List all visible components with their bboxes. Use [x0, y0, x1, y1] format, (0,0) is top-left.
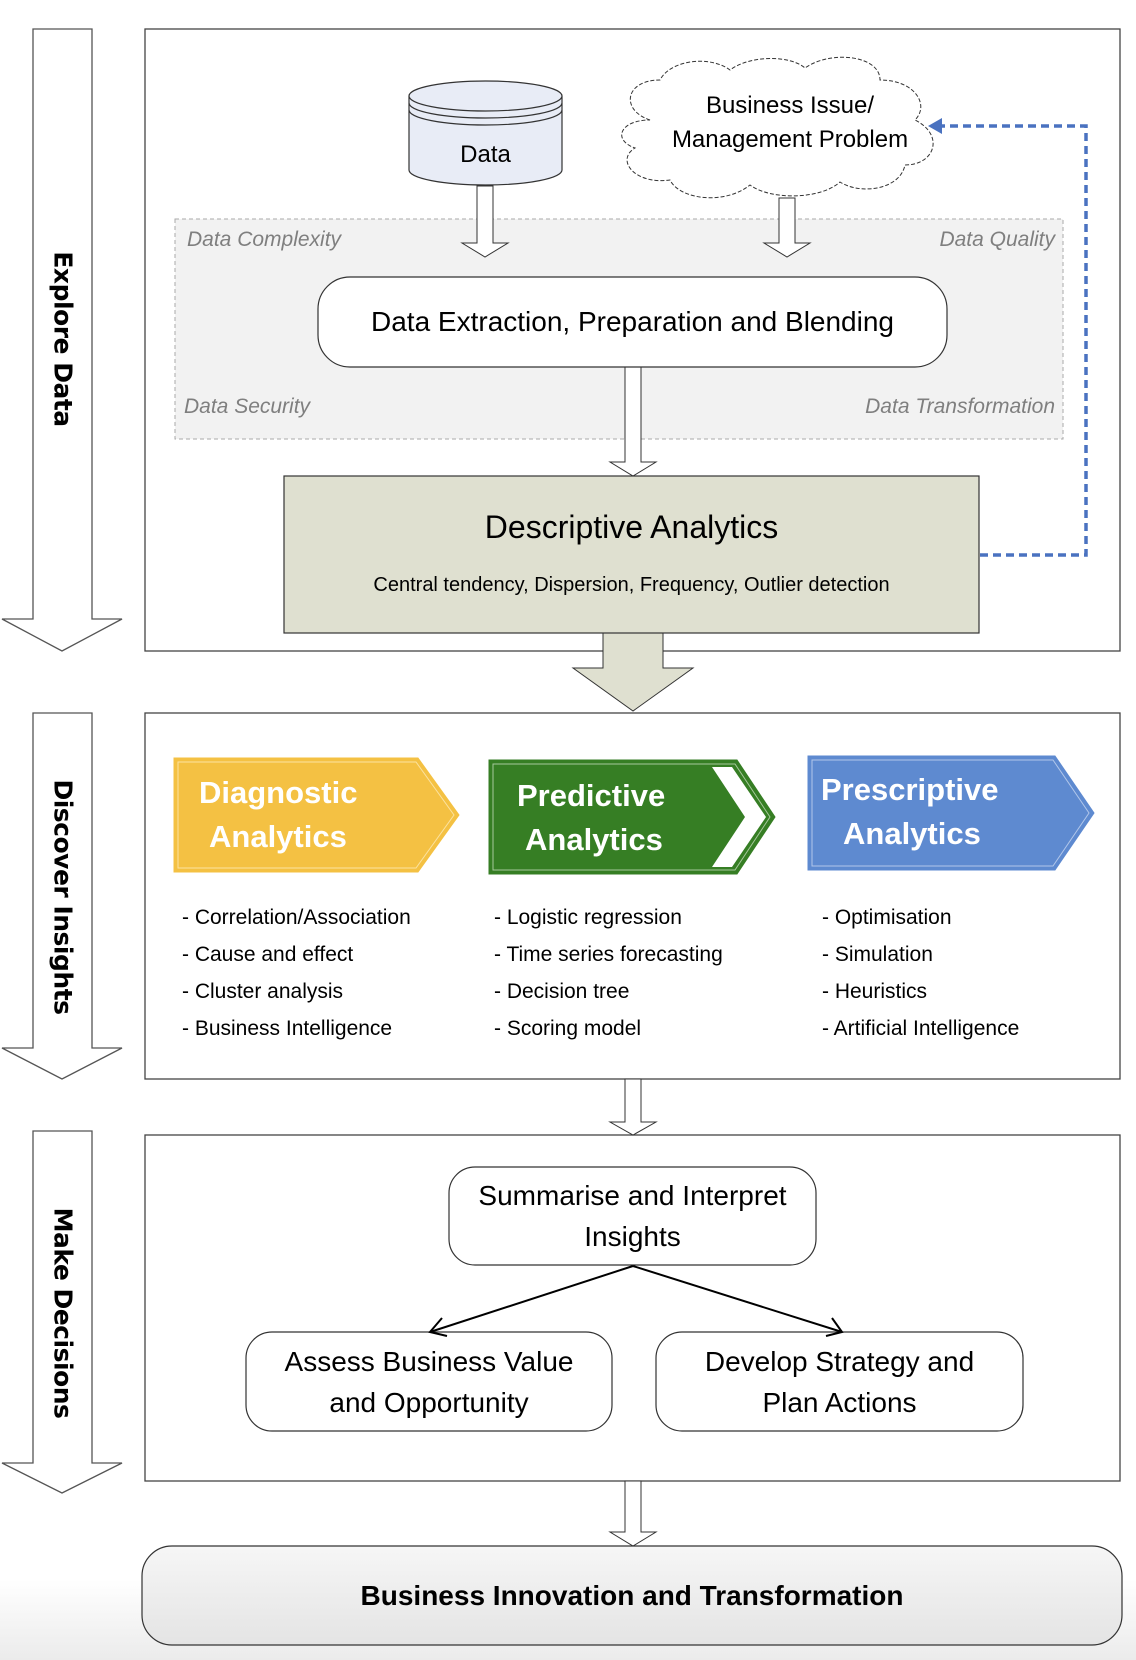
- list-item: - Logistic regression: [494, 906, 682, 929]
- predictive-title: Predictive Analytics: [517, 774, 665, 862]
- list-item: - Simulation: [822, 943, 933, 966]
- stage-label-explore: Explore Data: [48, 251, 78, 427]
- region-label-security: Data Security: [184, 395, 311, 418]
- list-item: - Scoring model: [494, 1017, 642, 1040]
- list-item: - Heuristics: [822, 980, 928, 1003]
- list-item: - Cause and effect: [182, 943, 354, 966]
- list-item: - Artificial Intelligence: [822, 1017, 1020, 1040]
- prescriptive-title-line2: Analytics: [843, 816, 981, 851]
- descriptive-analytics-box: Descriptive Analytics Central tendency, …: [284, 476, 979, 633]
- region-label-quality: Data Quality: [939, 228, 1055, 251]
- list-item: - Time series forecasting: [494, 943, 723, 966]
- business-issue-line2: Management Problem: [671, 126, 909, 153]
- list-item: - Cluster analysis: [182, 980, 344, 1003]
- predictive-title-line2: Analytics: [525, 822, 663, 857]
- stage-label-decide: Make Decisions: [48, 1207, 78, 1419]
- diagnostic-title-line1: Diagnostic: [199, 775, 358, 810]
- business-issue-cloud: Business Issue/ Management Problem: [630, 88, 950, 158]
- diagnostic-methods-list: - Correlation/Association - Cause and ef…: [182, 899, 411, 1047]
- predictive-methods-list: - Logistic regression - Time series fore…: [494, 899, 723, 1047]
- diagnostic-title-line2: Analytics: [209, 819, 347, 854]
- predictive-title-line1: Predictive: [517, 778, 666, 813]
- prescriptive-title-line1: Prescriptive: [821, 772, 999, 807]
- descriptive-subtitle: Central tendency, Dispersion, Frequency,…: [373, 573, 890, 596]
- prescriptive-title: Prescriptive Analytics: [821, 768, 999, 856]
- extraction-box: Data Extraction, Preparation and Blendin…: [371, 306, 894, 337]
- summarise-insights-box: Summarise and Interpret Insights: [449, 1167, 816, 1265]
- data-store-label: Data: [460, 141, 511, 168]
- discover-to-decide-arrow: [608, 1078, 658, 1136]
- list-item: - Business Intelligence: [182, 1017, 393, 1040]
- assess-line1: Assess Business Value: [284, 1345, 574, 1377]
- summarise-line1: Summarise and Interpret: [478, 1180, 787, 1211]
- summarise-line2: Insights: [584, 1221, 681, 1252]
- assess-value-box: Assess Business Value and Opportunity: [246, 1332, 612, 1431]
- decide-to-outcome-arrow: [608, 1480, 658, 1547]
- prescriptive-methods-list: - Optimisation - Simulation - Heuristics…: [822, 899, 1019, 1047]
- list-item: - Decision tree: [494, 980, 630, 1003]
- outcome-box: Business Innovation and Transformation: [360, 1579, 904, 1611]
- diagnostic-title: Diagnostic Analytics: [199, 771, 357, 859]
- list-item: - Optimisation: [822, 906, 952, 929]
- develop-strategy-box: Develop Strategy and Plan Actions: [656, 1332, 1023, 1431]
- list-item: - Correlation/Association: [182, 906, 411, 929]
- develop-line2: Plan Actions: [762, 1386, 917, 1418]
- business-issue-line1: Business Issue/: [705, 92, 875, 119]
- assess-line2: and Opportunity: [329, 1386, 529, 1418]
- region-label-transformation: Data Transformation: [865, 395, 1055, 418]
- stage-label-discover: Discover Insights: [48, 779, 78, 1015]
- descriptive-title: Descriptive Analytics: [484, 508, 779, 545]
- region-label-complexity: Data Complexity: [187, 228, 342, 251]
- develop-line1: Develop Strategy and: [704, 1345, 975, 1377]
